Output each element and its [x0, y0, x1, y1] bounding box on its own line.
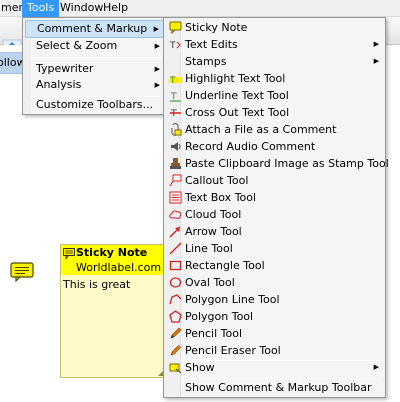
menu-item-callout[interactable]: Callout Tool	[166, 172, 383, 189]
menu-item-paste-stamp[interactable]: Paste Clipboard Image as Stamp Tool	[166, 155, 389, 172]
sticky-note-header[interactable]: Sticky Note Worldlabel.com	[61, 245, 165, 275]
submenu-arrow-icon: ▶	[373, 40, 379, 48]
comment-markup-submenu: Sticky Note T Text Edits ▶ Stamps ▶ T Hi…	[163, 17, 389, 398]
menu-item-arrow[interactable]: Arrow Tool	[166, 223, 383, 240]
cloud-icon	[169, 210, 182, 219]
sticky-note-body[interactable]: This is great	[63, 278, 130, 291]
menu-item-label: Pencil Tool	[185, 327, 243, 340]
menu-item-label: Analysis	[36, 78, 82, 91]
menu-item-label: Attach a File as a Comment	[185, 123, 337, 136]
menu-item-label: Show Comment & Markup Toolbar	[185, 381, 372, 394]
menu-item-label: Sticky Note	[185, 21, 248, 34]
underline-text-icon: T	[170, 92, 181, 102]
menu-item-label: Pencil Eraser Tool	[185, 344, 281, 357]
record-audio-icon	[171, 142, 181, 151]
sticky-note-icon	[63, 248, 75, 259]
line-tool-icon	[169, 242, 182, 255]
menu-item-label: Callout Tool	[185, 174, 249, 187]
menu-item-label: Stamps	[185, 55, 227, 68]
text-edits-icon: T	[169, 41, 181, 51]
menu-item-label: Typewriter	[36, 62, 94, 75]
menu-item-pencil[interactable]: Pencil Tool	[166, 325, 383, 342]
menu-item-label: Oval Tool	[185, 276, 235, 289]
menu-item-label: Comment & Markup	[37, 22, 148, 35]
menu-item-highlight-text[interactable]: T Highlight Text Tool	[166, 70, 383, 87]
rectangle-tool-icon	[169, 260, 182, 271]
submenu-arrow-icon: ▶	[373, 363, 379, 371]
tools-menu: Comment & Markup ▶ Select & Zoom ▶ Typew…	[22, 17, 167, 115]
menu-item-attach-file[interactable]: Attach a File as a Comment	[166, 121, 383, 138]
polygon-tool-icon	[169, 310, 182, 323]
svg-text:T: T	[169, 76, 176, 85]
svg-text:T: T	[169, 41, 176, 51]
menu-item-select-zoom[interactable]: Select & Zoom ▶	[25, 37, 164, 55]
menu-item-label: Show	[185, 361, 215, 374]
menu-item-label: Line Tool	[185, 242, 233, 255]
pencil-tool-icon	[170, 327, 182, 339]
menu-item-text-edits[interactable]: T Text Edits ▶	[166, 36, 383, 53]
sticky-note-title: Sticky Note	[76, 246, 148, 259]
menu-item-label: Paste Clipboard Image as Stamp Tool	[185, 157, 389, 170]
sticky-note-popup[interactable]: Sticky Note Worldlabel.com This is great	[60, 244, 166, 378]
show-icon	[169, 363, 182, 374]
menu-item-record-audio[interactable]: Record Audio Comment	[166, 138, 383, 155]
menu-item-line[interactable]: Line Tool	[166, 240, 383, 257]
menu-item-label: Underline Text Tool	[185, 89, 289, 102]
menu-separator	[31, 57, 162, 58]
menu-item-cross-out-text[interactable]: T Cross Out Text Tool	[166, 104, 383, 121]
submenu-arrow-icon: ▶	[154, 81, 160, 89]
attach-file-icon	[171, 123, 182, 136]
sticky-note-author: Worldlabel.com	[76, 261, 162, 274]
menu-item-pencil-eraser[interactable]: Pencil Eraser Tool	[166, 342, 383, 359]
pencil-eraser-icon	[170, 344, 182, 356]
menu-item-stamps[interactable]: Stamps ▶	[166, 53, 383, 70]
menu-item-polygon-line[interactable]: Polygon Line Tool	[166, 291, 383, 308]
menu-item-label: Cross Out Text Tool	[185, 106, 290, 119]
menubar-item-help[interactable]: Help	[98, 0, 133, 17]
menu-item-rectangle[interactable]: Rectangle Tool	[166, 257, 383, 274]
menu-item-label: Cloud Tool	[185, 208, 242, 221]
menu-item-sticky-note[interactable]: Sticky Note	[166, 19, 383, 36]
menu-item-comment-markup[interactable]: Comment & Markup ▶	[25, 20, 164, 38]
submenu-arrow-icon: ▶	[154, 42, 160, 50]
menubar-item-tools[interactable]: Tools	[22, 0, 60, 17]
menu-item-oval[interactable]: Oval Tool	[166, 274, 383, 291]
polygon-line-icon	[169, 294, 182, 305]
paste-stamp-icon	[170, 158, 181, 169]
menu-item-underline-text[interactable]: T Underline Text Tool	[166, 87, 383, 104]
menu-item-cloud[interactable]: Cloud Tool	[166, 206, 383, 223]
menu-item-label: Polygon Line Tool	[185, 293, 280, 306]
menu-item-show-toolbar[interactable]: Show Comment & Markup Toolbar	[166, 379, 383, 396]
svg-text:T: T	[170, 109, 177, 119]
submenu-arrow-icon: ▶	[153, 25, 159, 33]
menu-item-show[interactable]: Show ▶	[166, 359, 383, 376]
menu-item-analysis[interactable]: Analysis ▶	[25, 76, 164, 94]
menu-item-label: Arrow Tool	[185, 225, 242, 238]
menu-item-text-box[interactable]: Text Box Tool	[166, 189, 383, 206]
arrow-tool-icon	[169, 226, 181, 238]
highlight-text-icon: T	[169, 76, 182, 85]
menu-item-label: Text Edits	[185, 38, 238, 51]
text-box-icon	[169, 191, 182, 204]
menu-item-customize-toolbars[interactable]: Customize Toolbars...	[25, 96, 164, 114]
menu-item-label: Rectangle Tool	[185, 259, 265, 272]
menu-item-label: Text Box Tool	[185, 191, 257, 204]
cross-out-text-icon: T	[170, 109, 181, 119]
menu-item-label: Polygon Tool	[185, 310, 254, 323]
menu-item-label: Select & Zoom	[36, 39, 118, 52]
menu-item-polygon[interactable]: Polygon Tool	[166, 308, 383, 325]
menu-bar: ment Tools Window Help	[0, 0, 400, 17]
oval-tool-icon	[169, 277, 182, 288]
callout-icon	[169, 174, 182, 187]
menu-item-label: Customize Toolbars...	[36, 98, 154, 111]
menu-item-label: Record Audio Comment	[185, 140, 316, 153]
menu-item-label: Highlight Text Tool	[185, 72, 286, 85]
submenu-arrow-icon: ▶	[373, 57, 379, 65]
sticky-note-annotation-icon[interactable]	[10, 262, 34, 282]
sticky-note-icon	[169, 21, 182, 34]
